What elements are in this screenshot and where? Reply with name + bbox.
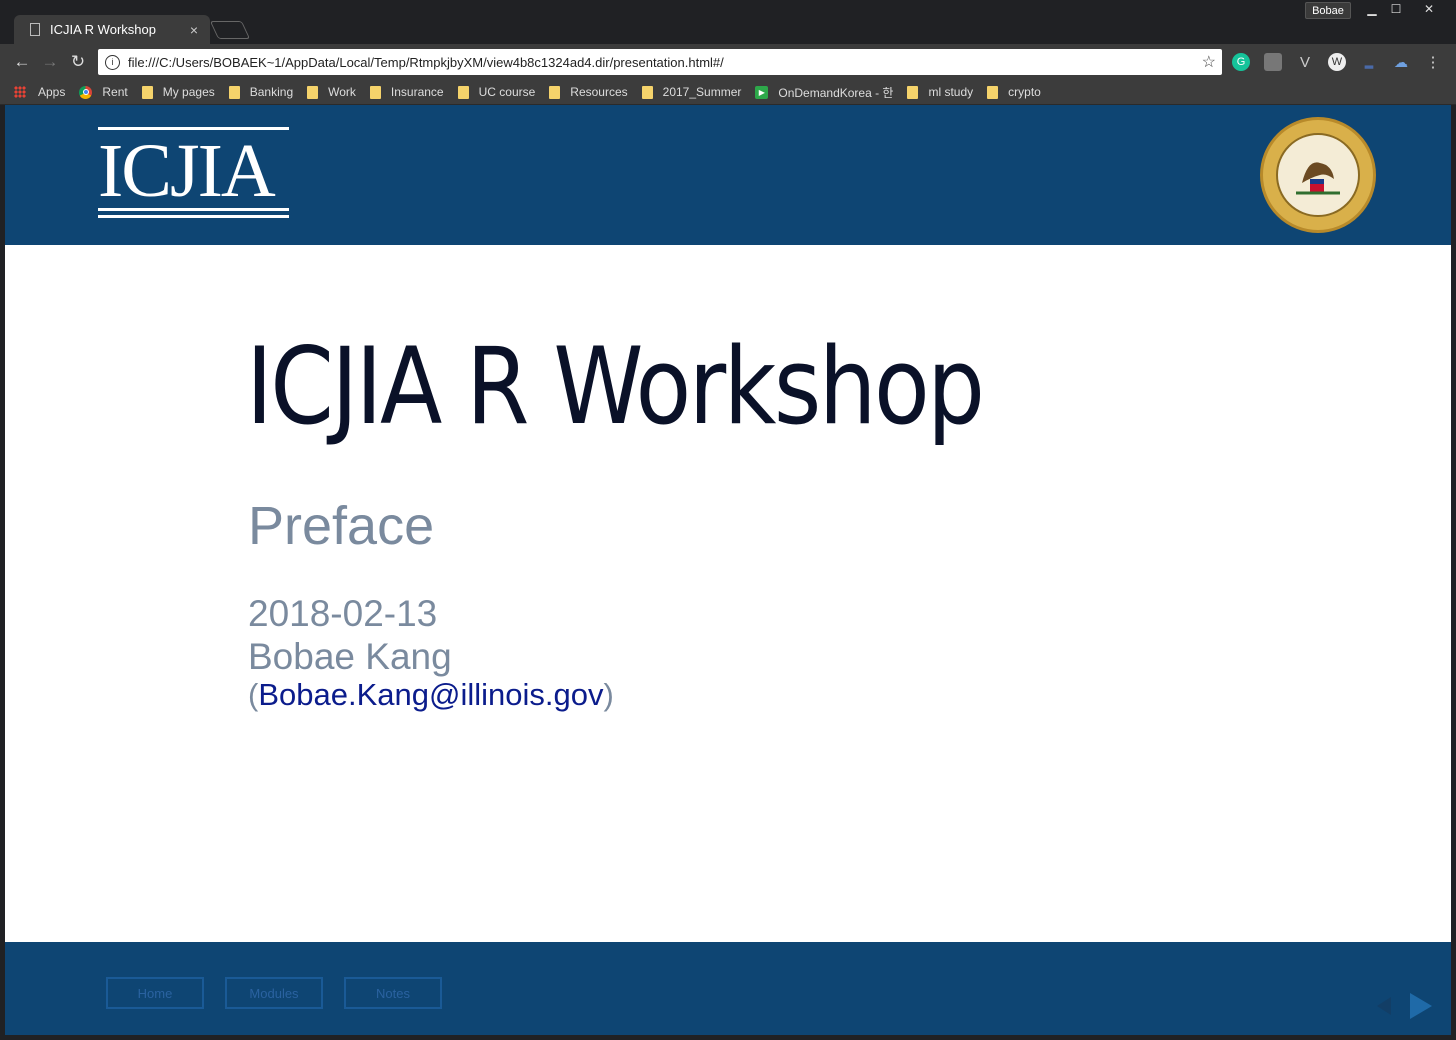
folder-icon (641, 85, 653, 99)
folder-icon (457, 85, 469, 99)
toolbar: ← → ↻ i file:///C:/Users/BOBAEK~1/AppDat… (0, 44, 1456, 80)
bookmark-star-icon[interactable]: ☆ (1202, 52, 1216, 72)
reload-icon[interactable]: ↻ (68, 52, 88, 72)
logo-bottom-rule-2 (98, 215, 289, 218)
page-icon (30, 23, 40, 36)
folder-icon (549, 85, 561, 99)
bookmark-ondemandkorea[interactable]: ▶ OnDemandKorea - 한 (755, 84, 893, 101)
bookmark-rent[interactable]: Rent (79, 85, 128, 99)
slide-header: ICJIA (5, 105, 1451, 245)
slide-author: Bobae Kang (248, 636, 452, 677)
slide-footer: Home Modules Notes (5, 942, 1451, 1035)
bookmark-apps[interactable]: Apps (14, 85, 65, 99)
bookmark-2017-summer[interactable]: 2017_Summer (641, 85, 741, 99)
bookmark-uc-course[interactable]: UC course (457, 85, 535, 99)
bookmark-banking[interactable]: Banking (228, 85, 293, 99)
eagle-icon (1296, 162, 1340, 195)
forward-icon[interactable]: → (40, 52, 60, 72)
close-tab-icon[interactable]: × (190, 22, 198, 38)
bookmark-my-pages[interactable]: My pages (141, 85, 215, 99)
browser-window: ICJIA R Workshop × Bobae ▁ ☐ ✕ ← → ↻ i f… (0, 0, 1456, 1040)
bookmark-ml-study[interactable]: ml study (907, 85, 973, 99)
bookmark-work[interactable]: Work (307, 85, 356, 99)
apps-grid-icon (14, 86, 26, 98)
new-tab-button[interactable] (209, 21, 251, 39)
tab-title: ICJIA R Workshop (50, 22, 156, 37)
home-button[interactable]: Home (106, 977, 204, 1009)
modules-button[interactable]: Modules (225, 977, 323, 1009)
logo-bottom-rule (98, 208, 289, 211)
close-paren: ) (603, 677, 614, 712)
notes-button[interactable]: Notes (344, 977, 442, 1009)
folder-icon (307, 85, 319, 99)
grammarly-icon[interactable]: G (1232, 53, 1250, 71)
chart-extension-icon[interactable]: ▂ (1360, 53, 1378, 71)
web-page: ICJIA ICJIA R Workshop Preface 2018-02-1 (5, 105, 1451, 1035)
folder-icon (907, 85, 919, 99)
slide-title: ICJIA R Workshop (246, 325, 985, 448)
title-bar: ICJIA R Workshop × Bobae ▁ ☐ ✕ (0, 0, 1456, 44)
bookmark-crypto[interactable]: crypto (987, 85, 1041, 99)
slide-subtitle: Preface (248, 496, 435, 556)
w-extension-icon[interactable]: W (1328, 53, 1346, 71)
info-icon[interactable]: i (105, 54, 120, 70)
bookmark-insurance[interactable]: Insurance (369, 85, 444, 99)
folder-icon (987, 85, 999, 99)
browser-tab[interactable]: ICJIA R Workshop × (14, 15, 210, 44)
title-slide: ICJIA R Workshop Preface 2018-02-13 Boba… (5, 245, 1451, 942)
url-text: file:///C:/Users/BOBAEK~1/AppData/Local/… (128, 54, 724, 70)
folder-icon (141, 85, 153, 99)
address-bar[interactable]: i file:///C:/Users/BOBAEK~1/AppData/Loca… (98, 49, 1222, 75)
folder-icon (228, 85, 240, 99)
slide-date: 2018-02-13 (248, 593, 438, 634)
next-slide-icon[interactable] (1410, 993, 1432, 1019)
back-icon[interactable]: ← (12, 52, 32, 72)
author-email-line: (Bobae.Kang@illinois.gov) (248, 677, 614, 713)
previous-slide-icon[interactable] (1377, 997, 1391, 1015)
play-icon: ▶ (755, 85, 769, 99)
author-email-link[interactable]: Bobae.Kang@illinois.gov (258, 677, 603, 712)
menu-icon[interactable]: ⋮ (1424, 53, 1442, 71)
chrome-icon (79, 85, 93, 99)
logo-text: ICJIA (98, 129, 276, 213)
cloud-extension-icon[interactable]: ☁ (1392, 53, 1410, 71)
close-window-icon[interactable]: ✕ (1415, 0, 1443, 18)
open-paren: ( (248, 677, 259, 712)
bookmark-resources[interactable]: Resources (549, 85, 628, 99)
maximize-icon[interactable]: ☐ (1382, 0, 1410, 18)
icjia-logo: ICJIA (98, 127, 290, 219)
comment-extension-icon[interactable] (1264, 53, 1282, 71)
illinois-state-seal-icon (1260, 117, 1376, 233)
v-extension-icon[interactable]: V (1296, 53, 1314, 71)
seal-center (1276, 133, 1360, 217)
bookmarks-bar: Apps Rent My pages Banking Work Insuranc… (0, 80, 1456, 105)
folder-icon (369, 85, 381, 99)
profile-button[interactable]: Bobae (1305, 2, 1351, 19)
